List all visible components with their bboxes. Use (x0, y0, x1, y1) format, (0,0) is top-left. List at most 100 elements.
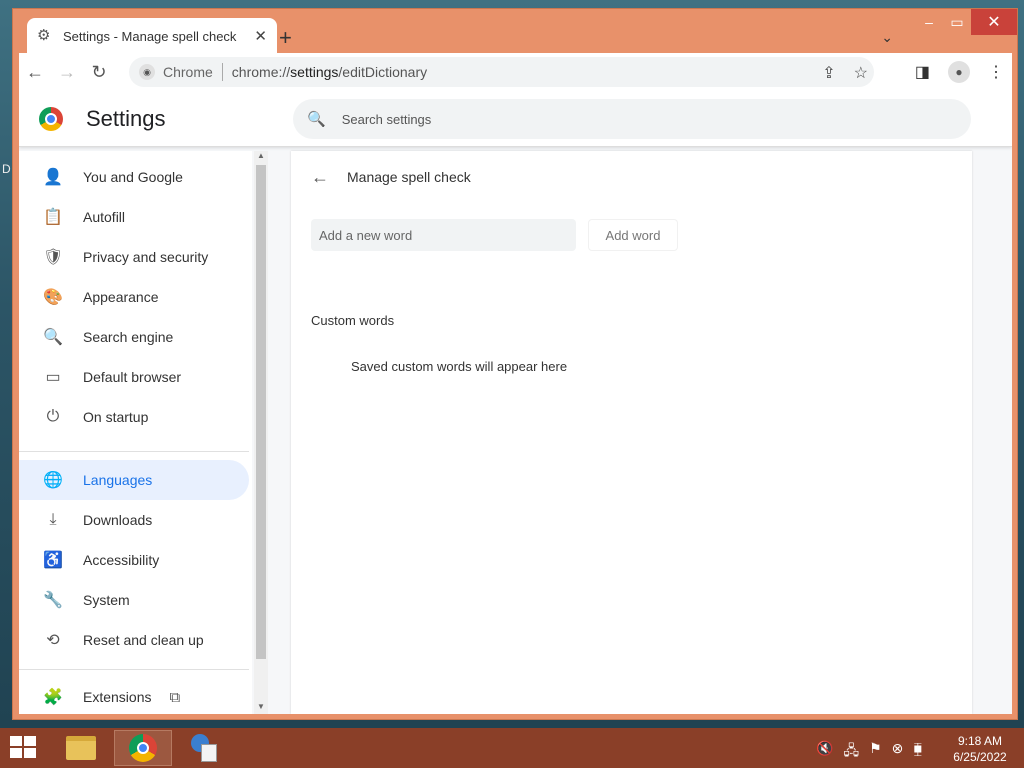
bookmark-star-icon[interactable]: ☆ (854, 63, 868, 83)
sidebar-item-system[interactable]: 🔧 System (19, 580, 249, 620)
sidebar-item-extensions[interactable]: 🧩 Extensions ⧉ (19, 677, 249, 714)
sidebar-item-label: On startup (83, 409, 149, 425)
puzzle-icon: 🧩 (43, 689, 63, 706)
scroll-thumb[interactable] (256, 165, 266, 659)
gear-icon: ⚙ (37, 27, 51, 44)
network-icon[interactable]: 🖧 (843, 740, 859, 764)
sidebar-item-privacy[interactable]: 🛡 Privacy and security (19, 237, 249, 277)
taskbar-file-explorer[interactable] (52, 730, 110, 766)
taskbar-chrome[interactable] (114, 730, 172, 766)
sidebar-item-label: Search engine (83, 329, 174, 345)
new-tab-button[interactable]: + (279, 25, 292, 51)
history-icon: ⟲ (46, 632, 60, 649)
sidebar-item-label: Extensions (83, 689, 152, 705)
sidebar-divider (19, 451, 249, 452)
settings-search-field[interactable]: 🔍 Search settings (293, 99, 971, 139)
network-globe-icon (191, 734, 219, 762)
share-icon[interactable]: ⇪ (822, 63, 835, 83)
folder-icon (66, 736, 96, 760)
sidebar-item-downloads[interactable]: ⤓ Downloads (19, 500, 249, 540)
site-label: Chrome (163, 64, 213, 80)
settings-page: Settings 🔍 Search settings 👤 You and Goo… (19, 91, 1012, 714)
search-placeholder: Search settings (341, 111, 432, 127)
person-icon: 👤 (43, 169, 63, 186)
add-word-button[interactable]: Add word (588, 219, 678, 251)
back-arrow-icon[interactable]: ← (311, 167, 329, 188)
back-button[interactable]: ← (19, 62, 51, 83)
windows-logo-pane (24, 736, 36, 746)
clock-date: 6/25/2022 (953, 750, 1007, 764)
chrome-logo-icon (39, 107, 63, 131)
sidebar-item-label: Accessibility (83, 552, 160, 568)
address-bar[interactable]: ◉ Chrome chrome://settings/editDictionar… (129, 57, 874, 87)
sidebar-item-label: Languages (83, 472, 153, 488)
sidebar-item-label: Appearance (83, 289, 159, 305)
sidebar-item-languages[interactable]: 🌐 Languages (19, 460, 249, 500)
shield-icon: 🛡 (43, 249, 64, 266)
sidebar-item-reset[interactable]: ⟲ Reset and clean up (19, 620, 249, 660)
forward-button[interactable]: → (51, 62, 83, 83)
sidebar-item-appearance[interactable]: 🎨 Appearance (19, 277, 249, 317)
custom-words-heading: Custom words (311, 313, 395, 328)
globe-icon: 🌐 (43, 472, 63, 489)
sidebar-divider (19, 669, 249, 670)
sidebar-scrollbar[interactable]: ▲ ▼ (254, 151, 268, 714)
accessibility-icon: ♿ (43, 552, 63, 569)
sidebar-item-autofill[interactable]: 📋 Autofill (19, 197, 249, 237)
sidebar-item-label: Autofill (83, 209, 126, 225)
external-link-icon: ⧉ (169, 688, 181, 706)
sidebar-item-accessibility[interactable]: ♿ Accessibility (19, 540, 249, 580)
tab-search-chevron-icon[interactable]: ⌄ (881, 29, 893, 46)
settings-sidebar: 👤 You and Google 📋 Autofill 🛡 Privacy an… (19, 151, 252, 714)
new-word-input[interactable] (311, 219, 576, 251)
security-alert-icon[interactable]: ⊗ (892, 740, 904, 764)
subpage-title: Manage spell check (347, 169, 471, 185)
scroll-down-arrow-icon[interactable]: ▼ (254, 702, 268, 714)
taskbar-network-connections[interactable] (176, 730, 234, 766)
action-center-flag-icon[interactable]: ⚑ (869, 740, 882, 764)
wrench-icon: 🔧 (43, 592, 63, 609)
desktop-edge-text: D (2, 162, 11, 176)
minimize-button[interactable]: – (915, 9, 943, 35)
settings-header: Settings 🔍 Search settings (19, 91, 1012, 147)
sidebar-item-label: Privacy and security (83, 249, 209, 265)
menu-kebab-icon[interactable]: ⋮ (988, 62, 1004, 82)
palette-icon: 🎨 (43, 289, 63, 306)
search-icon: 🔍 (307, 111, 326, 128)
spell-check-panel: ← Manage spell check Add word Custom wor… (291, 151, 972, 714)
search-icon: 🔍 (43, 329, 63, 346)
taskbar-clock[interactable]: 9:18 AM 6/25/2022 (940, 733, 1020, 765)
browser-window: – ▭ ✕ ⌄ ⚙ Settings - Manage spell check … (12, 8, 1018, 720)
window-controls: – ▭ ✕ (915, 9, 1017, 37)
omnibox-separator (221, 63, 223, 81)
browser-toolbar: ← → ↻ ◉ Chrome chrome://settings/editDic… (19, 53, 1012, 91)
sidebar-item-label: Reset and clean up (83, 632, 204, 648)
sidebar-item-on-startup[interactable]: ⏻ On startup (19, 397, 249, 437)
maximize-button[interactable]: ▭ (943, 9, 971, 35)
sidebar-item-label: You and Google (83, 169, 183, 185)
empty-state-message: Saved custom words will appear here (351, 359, 568, 374)
scroll-up-arrow-icon[interactable]: ▲ (254, 151, 268, 163)
start-button[interactable] (10, 736, 38, 760)
sidebar-item-label: Downloads (83, 512, 153, 528)
sidebar-item-search-engine[interactable]: 🔍 Search engine (19, 317, 249, 357)
download-icon: ⤓ (49, 511, 57, 528)
app-tray-icon[interactable]: ⧯ (913, 740, 922, 764)
volume-muted-icon[interactable]: 🔇 (816, 740, 833, 764)
taskbar: 🔇 🖧 ⚑ ⊗ ⧯ 9:18 AM 6/25/2022 (0, 728, 1024, 768)
sidebar-item-default-browser[interactable]: ▭ Default browser (19, 357, 249, 397)
browser-tab[interactable]: ⚙ Settings - Manage spell check ✕ (27, 18, 277, 54)
clock-time: 9:18 AM (957, 734, 1003, 748)
windows-logo-pane (24, 748, 36, 758)
sidebar-item-label: System (83, 592, 130, 608)
reload-button[interactable]: ↻ (83, 62, 115, 83)
profile-avatar[interactable]: ● (948, 61, 970, 83)
clipboard-icon: 📋 (43, 209, 63, 226)
sidebar-item-you-and-google[interactable]: 👤 You and Google (19, 157, 249, 197)
side-panel-icon[interactable]: ◨ (915, 62, 930, 82)
close-window-button[interactable]: ✕ (971, 9, 1017, 35)
power-icon: ⏻ (46, 408, 60, 425)
tab-title: Settings - Manage spell check (63, 28, 237, 44)
sidebar-item-label: Default browser (83, 369, 182, 385)
tab-close-icon[interactable]: ✕ (254, 27, 267, 45)
